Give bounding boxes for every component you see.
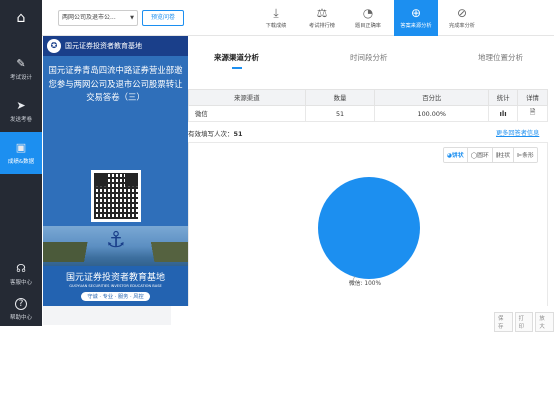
tool-label: 完成率分析 [449,23,475,29]
completion-analysis-button[interactable]: ⊘ 完成率分析 [442,0,482,36]
overlay-bottom-strip [43,306,171,325]
tab-time-period[interactable]: 时间段分析 [350,52,388,63]
pie-icon: ◔ [362,6,374,20]
check-circle-icon: ⊘ [456,6,468,20]
promo-header: ✪ 国元证券投资者教育基地 [43,36,188,56]
promo-footer: 国元证券投资者教育基地 GUOYUAN SECURITIES INVESTOR … [43,266,188,306]
promo-footer-en: GUOYUAN SECURITIES INVESTOR EDUCATION BA… [69,284,162,288]
count-cell: 51 [304,105,376,122]
column-header: 来源渠道 [188,89,306,106]
tool-label: 题目正确率 [355,23,381,29]
promo-overlay[interactable]: ✪ 国元证券投资者教育基地 国元证券青岛四流中路证券营业部邀您参与两网公司及退市… [43,36,188,306]
sidebar-item-label: 发送考卷 [9,117,32,123]
column-header: 数量 [304,89,376,106]
promo-slogan: 守诚 · 专业 · 服务 · 风控 [81,292,150,301]
analysis-tabs: 来源渠道分析 时间段分析 地理位置分析 [188,36,554,74]
home-icon[interactable]: ⌂ [0,0,42,36]
survey-select[interactable]: 两网公司及退市公... ▼ [58,10,138,26]
download-scores-button[interactable]: ⤓ 下载成绩 [256,0,296,36]
podium-icon: ⚖ [316,6,328,20]
chevron-down-icon: ▼ [130,15,134,21]
pie-slice-label: 微信: 100% [349,279,381,287]
logo-icon: ✪ [47,39,61,53]
sidebar-item-label: 帮助中心 [9,315,32,321]
stats-icon[interactable]: ılı [488,105,519,122]
save-button[interactable]: 保存 [494,312,513,332]
column-header: 详情 [517,89,548,106]
accuracy-button[interactable]: ◔ 题目正确率 [348,0,388,36]
active-tab-indicator [232,67,242,69]
source-table: 来源渠道 数量 百分比 统计 详情 微信 51 100.00% ılı 🗎 [188,89,548,122]
tool-label: 考试排行榜 [309,23,335,29]
edit-icon: ✎ [16,57,26,70]
pie-chart: 微信: 100% [318,177,420,287]
sidebar-item-exam-design[interactable]: ✎ 考试设计 [0,48,42,90]
promo-title: 国元证券青岛四流中路证券营业部邀您参与两网公司及退市公司股票转让交易答卷（三） [48,65,183,102]
anchor-icon: ⚓ [106,228,126,253]
promo-brand: 国元证券投资者教育基地 [65,42,142,50]
sidebar-item-label: 客服中心 [9,280,32,286]
column-header: 百分比 [374,89,490,106]
sidebar-item-label: 成绩&数据 [7,159,35,165]
send-icon: ➤ [16,99,26,112]
column-header: 统计 [488,89,519,106]
target-icon: ⊕ [410,6,422,20]
channel-cell: 微信 [188,105,306,122]
survey-select-value: 两网公司及退市公... [62,14,116,21]
sidebar-item-service[interactable]: ☊ 客服中心 [0,262,42,286]
sidebar: ⌂ ✎ 考试设计 ➤ 发送考卷 ▣ 成绩&数据 ☊ 客服中心 ? 帮助中心 [0,0,42,326]
help-icon: ? [15,298,27,310]
percent-cell: 100.00% [374,105,490,122]
tool-label: 下载成绩 [265,23,287,29]
promo-footer-cn: 国元证券投资者教育基地 [65,273,165,283]
sidebar-item-label: 考试设计 [9,75,32,81]
headset-icon: ☊ [16,262,26,275]
chart-footer-buttons: 保存 打印 放大 [494,312,554,332]
valid-count: 有效填写人次：51 [188,128,243,138]
download-icon: ⤓ [273,6,279,20]
table-header-row: 来源渠道 数量 百分比 统计 详情 [188,89,548,106]
ranking-button[interactable]: ⚖ 考试排行榜 [302,0,342,36]
document-icon[interactable]: 🗎 [517,105,548,122]
valid-count-value: 51 [233,130,243,138]
sidebar-item-help[interactable]: ? 帮助中心 [0,298,42,321]
chart-icon: ▣ [15,141,27,154]
tab-location[interactable]: 地理位置分析 [478,52,523,63]
table-row: 微信 51 100.00% ılı 🗎 [188,105,548,122]
tab-source-channel[interactable]: 来源渠道分析 [214,52,259,63]
zoom-button[interactable]: 放大 [535,312,554,332]
source-analysis-button[interactable]: ⊕ 答案来源分析 [394,0,438,36]
print-button[interactable]: 打印 [514,312,534,332]
sidebar-item-send-exam[interactable]: ➤ 发送考卷 [0,90,42,132]
valid-count-label: 有效填写人次： [188,130,234,138]
more-respondent-info-link[interactable]: 更多回答者信息 [496,128,539,137]
pie-slice[interactable] [318,177,420,279]
top-toolbar: 两网公司及退市公... ▼ 预览问卷 ⤓ 下载成绩 ⚖ 考试排行榜 ◔ 题目正确… [42,0,554,36]
preview-button[interactable]: 预览问卷 [142,10,184,26]
tool-label: 答案来源分析 [400,23,432,29]
qr-code [91,170,141,222]
sidebar-item-scores-data[interactable]: ▣ 成绩&数据 [0,132,42,174]
